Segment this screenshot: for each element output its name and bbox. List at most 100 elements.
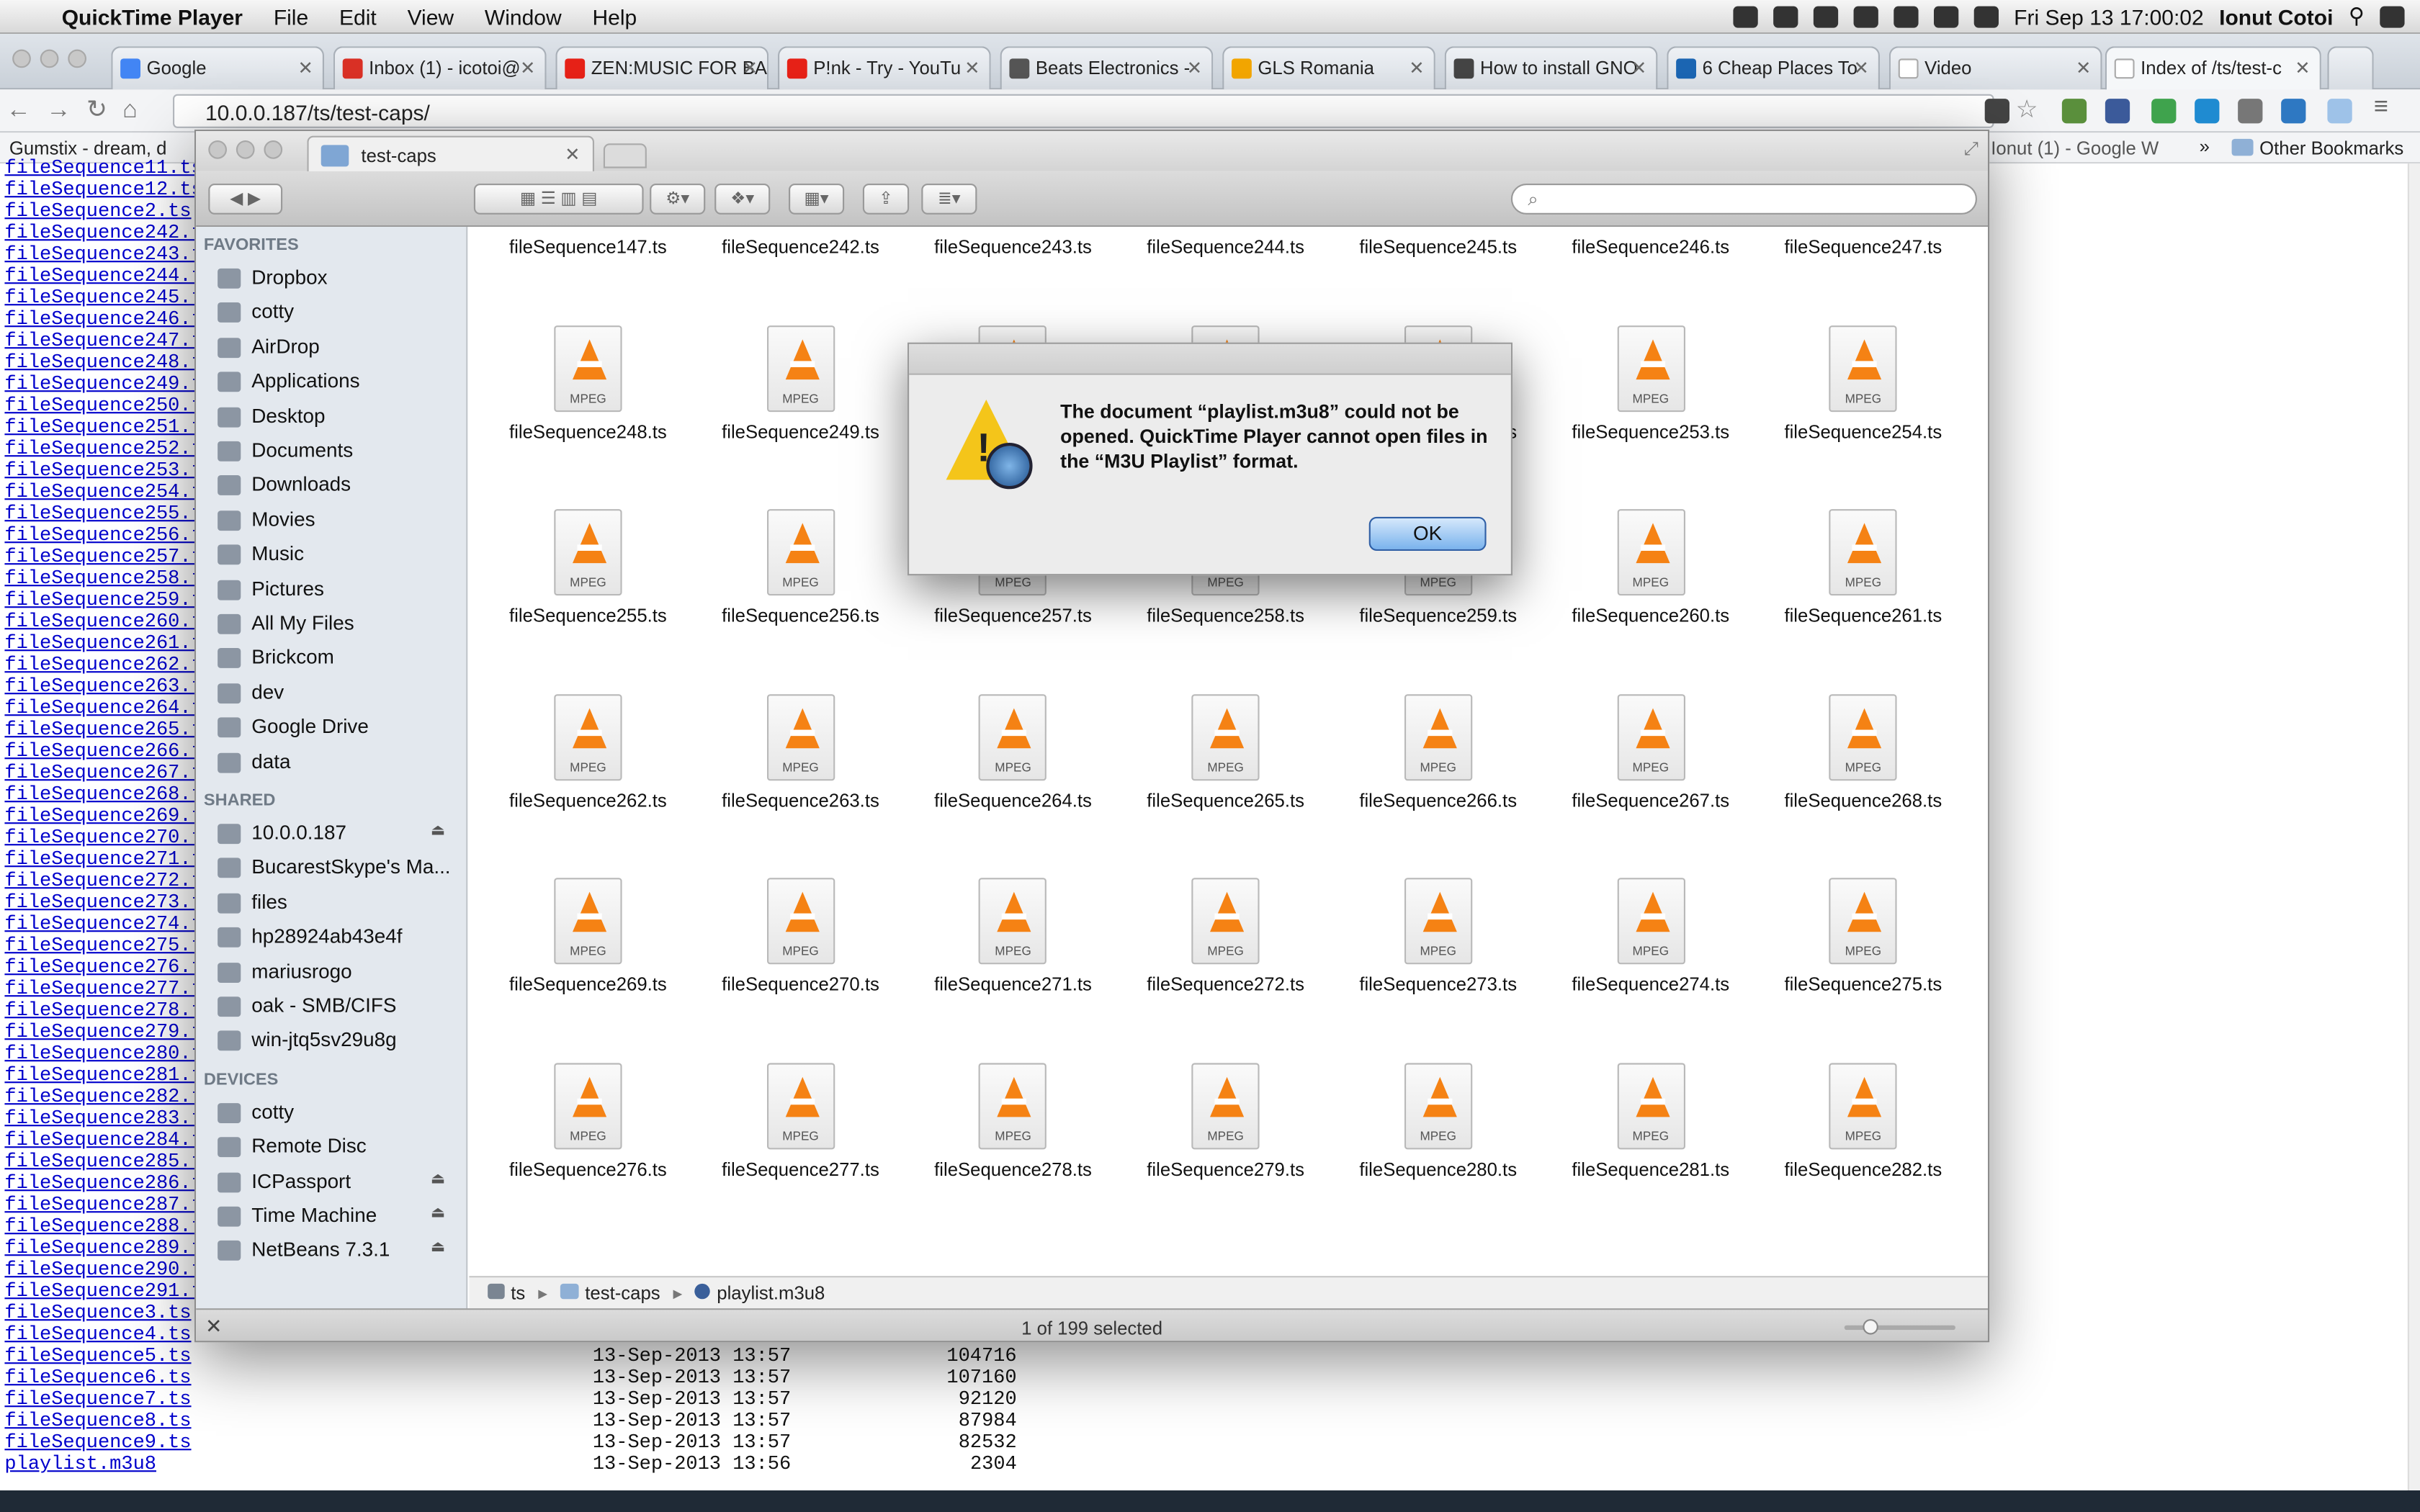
menu-edit[interactable]: Edit: [339, 4, 377, 28]
file-icon-item[interactable]: MPEG fileSequence253.ts: [1544, 325, 1757, 442]
file-link[interactable]: fileSequence250.ts: [4, 395, 215, 417]
file-link[interactable]: fileSequence259.ts: [4, 590, 215, 611]
file-link[interactable]: fileSequence262.ts: [4, 654, 215, 676]
home-icon[interactable]: ⌂: [122, 97, 153, 123]
sidebar-item[interactable]: Brickcom: [251, 646, 334, 669]
file-link[interactable]: fileSequence267.ts: [4, 762, 215, 784]
browser-tab[interactable]: Video ✕: [1888, 46, 2102, 90]
sidebar-item[interactable]: NetBeans 7.3.1: [251, 1238, 390, 1261]
arrange-icon[interactable]: ▦▾: [789, 183, 845, 215]
file-icon-item[interactable]: MPEG fileSequence263.ts: [694, 693, 908, 811]
file-link[interactable]: fileSequence253.ts: [4, 460, 215, 482]
file-link[interactable]: fileSequence263.ts: [4, 676, 215, 698]
browser-tab[interactable]: Beats Electronics - ✕: [1000, 46, 1214, 90]
bookmark-item[interactable]: Ionut (1) - Google W: [1991, 138, 2159, 159]
close-icon[interactable]: ✕: [1631, 57, 1647, 78]
close-window-button[interactable]: [208, 140, 227, 159]
file-link[interactable]: fileSequence4.ts: [4, 1324, 191, 1346]
share-icon[interactable]: ⇪: [862, 183, 910, 215]
file-link[interactable]: fileSequence12.ts: [4, 179, 202, 201]
sidebar-item[interactable]: cotty: [251, 1099, 294, 1122]
file-icon-item[interactable]: MPEGfileSequence247.ts: [1757, 227, 1970, 258]
new-tab-button[interactable]: [2327, 46, 2374, 90]
file-link[interactable]: fileSequence264.ts: [4, 698, 215, 719]
file-link[interactable]: fileSequence269.ts: [4, 806, 215, 827]
finder-search-field[interactable]: ⌕: [1510, 183, 1977, 215]
browser-tab[interactable]: ZEN:MUSIC FOR BA ✕: [555, 46, 769, 90]
sidebar-item[interactable]: Google Drive: [251, 715, 369, 738]
file-icon-item[interactable]: MPEGfileSequence147.ts: [482, 227, 695, 258]
url-bar[interactable]: 10.0.0.187/ts/test-caps/: [173, 94, 1994, 128]
sidebar-item[interactable]: BucarestSkype's Ma...: [251, 855, 450, 878]
spotlight-icon[interactable]: ⚲: [2349, 3, 2365, 29]
file-icon-item[interactable]: MPEG fileSequence271.ts: [907, 878, 1120, 995]
close-icon[interactable]: ✕: [2076, 57, 2092, 78]
close-icon[interactable]: ✕: [297, 57, 313, 78]
sidebar-item[interactable]: Time Machine: [251, 1203, 377, 1226]
status-icon[interactable]: [1853, 5, 1878, 27]
sidebar-item[interactable]: Desktop: [251, 404, 325, 427]
file-icon-item[interactable]: MPEGfileSequence244.ts: [1119, 227, 1332, 258]
gear-icon[interactable]: ⚙▾: [650, 183, 706, 215]
file-icon-item[interactable]: MPEG fileSequence281.ts: [1544, 1062, 1757, 1179]
file-icon-item[interactable]: MPEG fileSequence267.ts: [1544, 693, 1757, 811]
extension-icon[interactable]: [2151, 99, 2177, 124]
file-link[interactable]: fileSequence289.ts: [4, 1238, 215, 1259]
file-link[interactable]: fileSequence243.ts: [4, 244, 215, 266]
extension-icon[interactable]: [2105, 99, 2130, 124]
path-item[interactable]: test-caps: [585, 1282, 660, 1304]
file-link[interactable]: fileSequence248.ts: [4, 352, 215, 374]
browser-tab[interactable]: P!nk - Try - YouTu ✕: [778, 46, 991, 90]
file-link[interactable]: fileSequence252.ts: [4, 438, 215, 460]
file-link[interactable]: fileSequence242.ts: [4, 222, 215, 244]
file-link[interactable]: fileSequence255.ts: [4, 503, 215, 525]
file-link[interactable]: fileSequence265.ts: [4, 719, 215, 741]
volume-icon[interactable]: [1973, 5, 1999, 27]
file-link[interactable]: fileSequence277.ts: [4, 978, 215, 1000]
menu-view[interactable]: View: [408, 4, 454, 28]
file-link[interactable]: fileSequence5.ts: [4, 1346, 191, 1367]
status-icon[interactable]: [1733, 5, 1758, 27]
file-link[interactable]: fileSequence270.ts: [4, 827, 215, 849]
extension-icon[interactable]: [1984, 99, 2009, 124]
file-link[interactable]: fileSequence278.ts: [4, 1000, 215, 1022]
wifi-icon[interactable]: [1894, 5, 1919, 27]
file-link[interactable]: fileSequence272.ts: [4, 870, 215, 892]
sidebar-item[interactable]: data: [251, 750, 290, 773]
file-icon-item[interactable]: MPEG fileSequence249.ts: [694, 325, 908, 442]
menu-help[interactable]: Help: [592, 4, 637, 28]
sidebar-item[interactable]: oak - SMB/CIFS: [251, 994, 396, 1017]
file-icon-item[interactable]: MPEG fileSequence261.ts: [1757, 509, 1970, 626]
battery-icon[interactable]: [1933, 5, 1959, 27]
file-icon-item[interactable]: MPEG fileSequence265.ts: [1119, 693, 1332, 811]
file-icon-item[interactable]: MPEG fileSequence277.ts: [694, 1062, 908, 1179]
sidebar-item[interactable]: 10.0.0.187: [251, 821, 346, 844]
file-link[interactable]: fileSequence2.ts: [4, 201, 191, 222]
sidebar-item[interactable]: files: [251, 890, 287, 913]
extension-icon[interactable]: [2061, 99, 2087, 124]
notification-center-icon[interactable]: [2380, 5, 2405, 27]
file-link[interactable]: fileSequence279.ts: [4, 1022, 215, 1043]
dropbox-icon[interactable]: ❖▾: [714, 183, 771, 215]
tags-icon[interactable]: ≣▾: [921, 183, 977, 215]
page-scrollbar[interactable]: [2407, 163, 2420, 1491]
close-window-button[interactable]: [12, 49, 31, 68]
sidebar-item[interactable]: AirDrop: [251, 335, 319, 358]
file-link[interactable]: fileSequence280.ts: [4, 1043, 215, 1065]
back-forward-buttons[interactable]: ◀ ▶: [208, 183, 283, 215]
file-icon-item[interactable]: MPEG fileSequence254.ts: [1757, 325, 1970, 442]
menu-window[interactable]: Window: [485, 4, 562, 28]
zoom-window-button[interactable]: [68, 49, 86, 68]
file-link[interactable]: fileSequence283.ts: [4, 1108, 215, 1130]
sidebar-item[interactable]: Movies: [251, 508, 315, 531]
file-link[interactable]: fileSequence6.ts: [4, 1367, 191, 1389]
file-link[interactable]: fileSequence261.ts: [4, 633, 215, 654]
icon-size-slider[interactable]: [1844, 1325, 1955, 1331]
file-link[interactable]: fileSequence276.ts: [4, 957, 215, 978]
extension-icon[interactable]: [2327, 99, 2352, 124]
file-link[interactable]: fileSequence268.ts: [4, 784, 215, 806]
finder-tab[interactable]: test-caps ✕: [307, 135, 594, 173]
status-icon[interactable]: [1813, 5, 1838, 27]
file-link[interactable]: fileSequence11.ts: [4, 158, 202, 179]
browser-tab[interactable]: Google ✕: [111, 46, 324, 90]
